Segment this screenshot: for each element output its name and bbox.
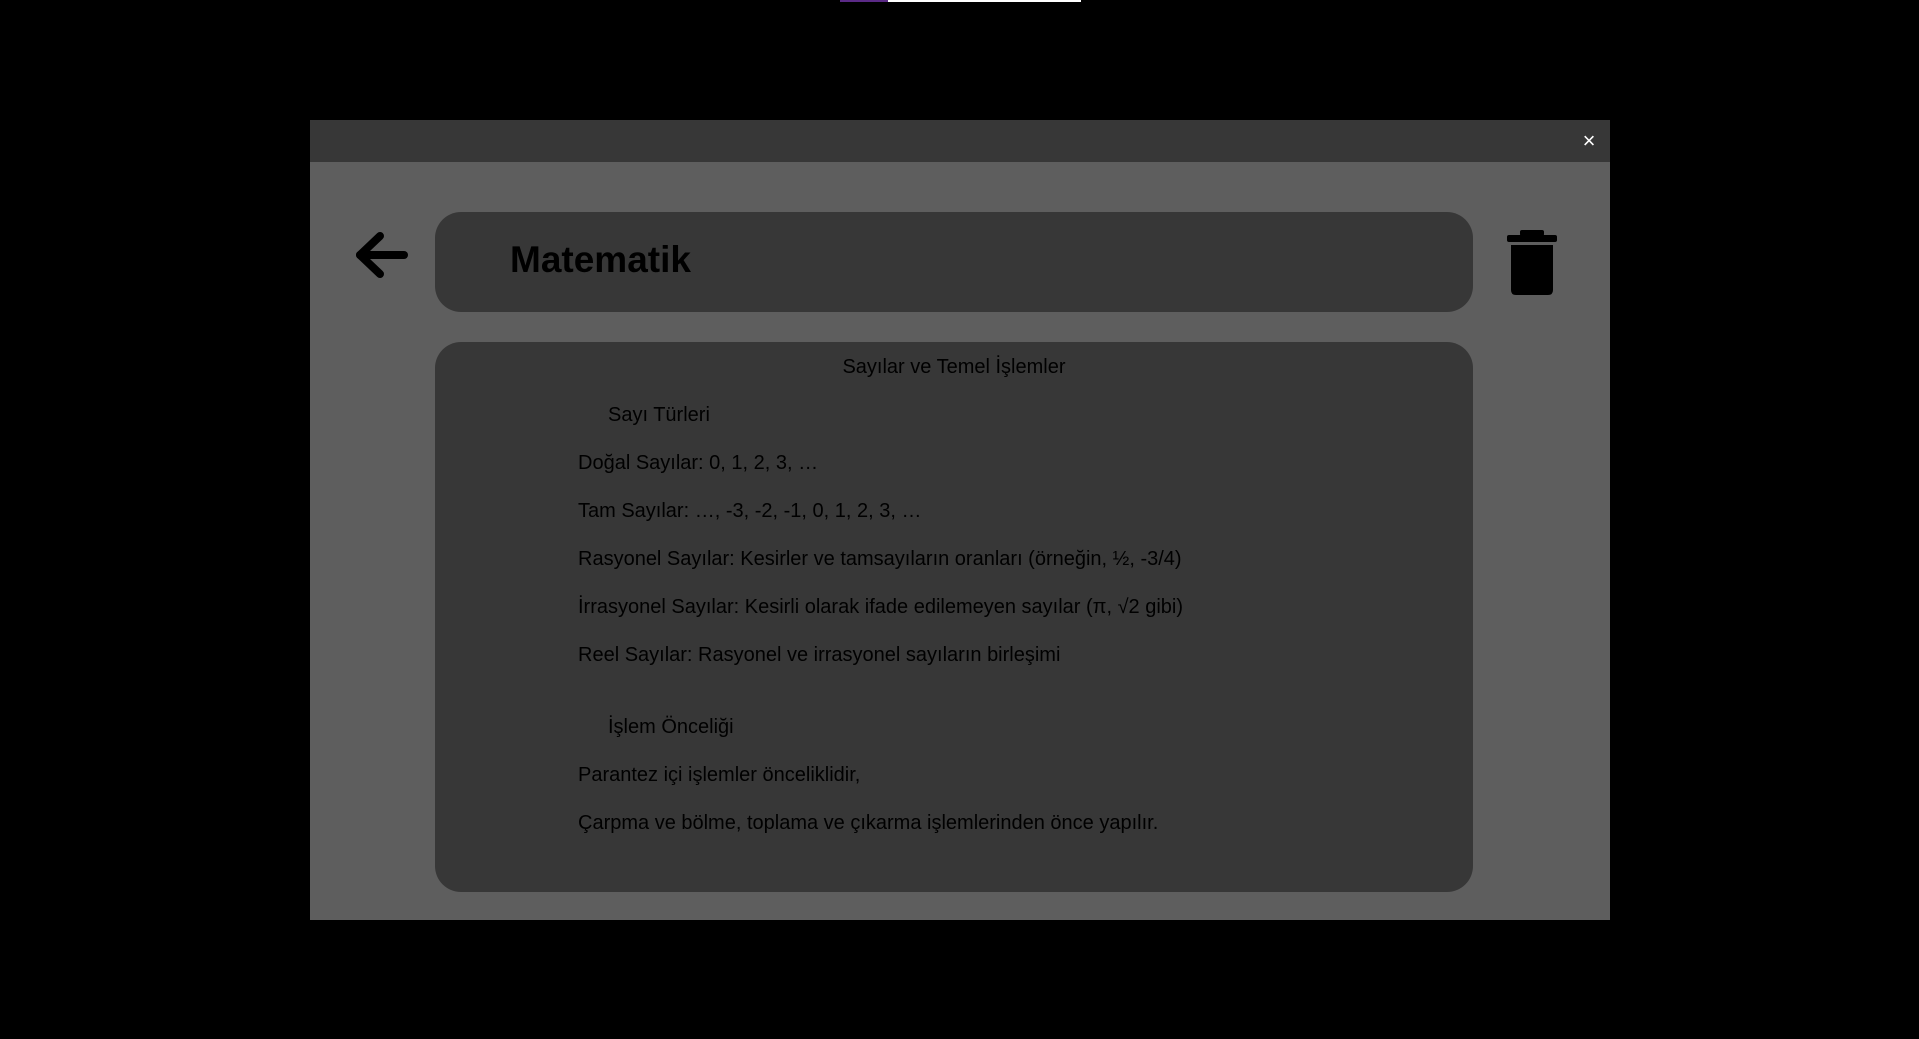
section-title-operation-order: İşlem Önceliği bbox=[608, 716, 734, 738]
list-item: Tam Sayılar: …, -3, -2, -1, 0, 1, 2, 3, … bbox=[578, 500, 922, 522]
close-icon: × bbox=[1582, 128, 1596, 153]
note-modal: × Matematik Sayılar ve Temel İşlemler Sa… bbox=[310, 120, 1610, 920]
top-progress-bar bbox=[840, 0, 1081, 2]
list-item: İrrasyonel Sayılar: Kesirli olarak ifade… bbox=[578, 596, 1184, 618]
list-item: Reel Sayılar: Rasyonel ve irrasyonel say… bbox=[578, 644, 1061, 666]
list-item: Doğal Sayılar: 0, 1, 2, 3, … bbox=[578, 452, 819, 474]
delete-note-button[interactable] bbox=[1505, 230, 1559, 296]
arrow-left-icon bbox=[356, 232, 408, 278]
page-backdrop: × Matematik Sayılar ve Temel İşlemler Sa… bbox=[0, 0, 1919, 1039]
list-item: Çarpma ve bölme, toplama ve çıkarma işle… bbox=[578, 812, 1159, 834]
modal-titlebar: × bbox=[310, 120, 1610, 162]
note-title-card: Matematik bbox=[435, 212, 1473, 312]
close-button[interactable]: × bbox=[1576, 128, 1602, 154]
top-progress-fill bbox=[840, 0, 889, 2]
note-content-card: Sayılar ve Temel İşlemler Sayı Türleri D… bbox=[435, 342, 1473, 892]
list-item: Rasyonel Sayılar: Kesirler ve tamsayılar… bbox=[578, 548, 1182, 570]
list-item: Parantez içi işlemler önceliklidir, bbox=[578, 764, 861, 786]
note-title: Matematik bbox=[510, 239, 691, 280]
trash-icon bbox=[1507, 230, 1557, 295]
back-button[interactable] bbox=[350, 230, 410, 280]
content-heading: Sayılar ve Temel İşlemler bbox=[842, 356, 1066, 378]
section-title-number-types: Sayı Türleri bbox=[608, 404, 710, 426]
